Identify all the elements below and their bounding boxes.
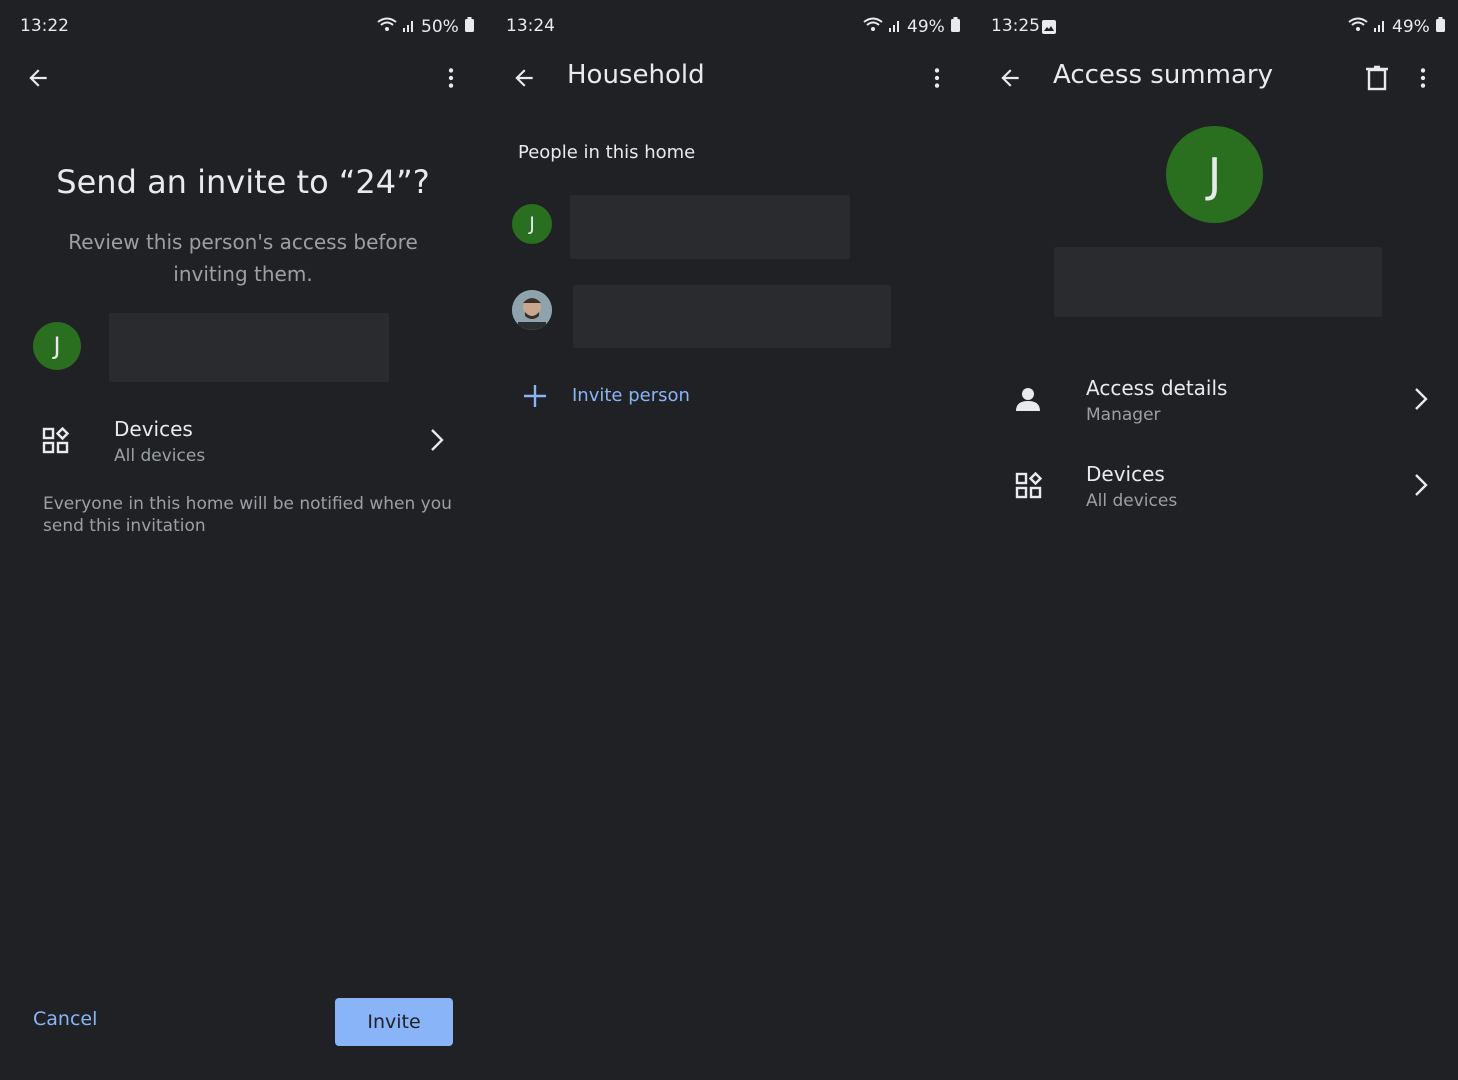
status-indicators: 50%: [377, 16, 474, 37]
arrow-left-icon: [1001, 69, 1019, 87]
page-subtitle: Review this person's access before invit…: [68, 230, 418, 286]
avatar-large: J: [1166, 126, 1263, 223]
status-time: 13:24: [506, 16, 555, 36]
wifi-icon: [1348, 16, 1368, 37]
chevron-right-icon: [426, 427, 448, 457]
person-icon: [1015, 386, 1041, 416]
delete-button[interactable]: [1361, 62, 1393, 94]
household-screen: 13:24 49% Household People in this home …: [486, 0, 972, 1080]
battery-icon: [1435, 16, 1445, 37]
battery-percent: 49%: [1392, 16, 1430, 37]
notification-notice: Everyone in this home will be notified w…: [43, 494, 452, 536]
invite-person-label: Invite person: [572, 385, 690, 406]
more-vert-icon: [448, 68, 454, 88]
redacted-user-info: [570, 195, 850, 259]
access-details-label: Access details: [1086, 376, 1228, 400]
trash-icon: [1366, 65, 1388, 91]
devices-row[interactable]: Devices All devices: [972, 448, 1458, 524]
devices-label: Devices: [114, 417, 193, 441]
signal-icon: [889, 17, 901, 37]
access-details-value: Manager: [1086, 405, 1161, 425]
avatar: J: [512, 204, 552, 244]
status-time: 13:22: [20, 16, 69, 36]
status-indicators: 49%: [863, 16, 960, 37]
invite-screen: 13:22 50% Send an invite to “24”? Review…: [0, 0, 486, 1080]
wifi-icon: [863, 16, 883, 37]
image-notification-icon: [1042, 19, 1056, 38]
redacted-user-info: [1054, 247, 1382, 317]
more-options-button[interactable]: [1407, 62, 1439, 94]
battery-percent: 49%: [907, 16, 945, 37]
battery-icon: [464, 16, 474, 37]
more-options-button[interactable]: [435, 62, 467, 94]
more-vert-icon: [1420, 68, 1426, 88]
signal-icon: [403, 17, 415, 37]
devices-value: All devices: [114, 446, 206, 466]
avatar-photo: [512, 290, 552, 330]
back-button[interactable]: [994, 62, 1026, 94]
status-time: 13:25: [991, 16, 1040, 36]
section-label: People in this home: [518, 142, 696, 163]
devices-value: All devices: [1086, 491, 1178, 511]
person-photo-icon: [512, 290, 552, 330]
more-vert-icon: [934, 68, 940, 88]
list-item[interactable]: J: [486, 190, 972, 264]
status-indicators: 49%: [1348, 16, 1445, 37]
back-button[interactable]: [508, 62, 540, 94]
redacted-user-info: [573, 285, 891, 348]
devices-icon: [1015, 471, 1043, 504]
arrow-left-icon: [515, 69, 533, 87]
page-title: Send an invite to “24”?: [56, 163, 430, 201]
access-summary-screen: 13:25 49% Access summary J Access detail…: [972, 0, 1458, 1080]
avatar: J: [33, 322, 81, 370]
list-item[interactable]: [486, 280, 972, 354]
page-title: Household: [567, 60, 705, 90]
arrow-left-icon: [29, 69, 47, 87]
redacted-user-info: [109, 313, 389, 382]
invite-button[interactable]: Invite: [335, 998, 453, 1046]
battery-percent: 50%: [421, 16, 459, 37]
wifi-icon: [377, 16, 397, 37]
signal-icon: [1374, 17, 1386, 37]
chevron-right-icon: [1410, 386, 1432, 416]
devices-label: Devices: [1086, 462, 1165, 486]
battery-icon: [950, 16, 960, 37]
page-title: Access summary: [1053, 60, 1273, 90]
plus-icon: [522, 383, 548, 413]
devices-icon: [42, 426, 70, 459]
more-options-button[interactable]: [921, 62, 953, 94]
chevron-right-icon: [1410, 472, 1432, 502]
back-button[interactable]: [22, 62, 54, 94]
invite-person-button[interactable]: Invite person: [486, 372, 972, 420]
cancel-button[interactable]: Cancel: [33, 1008, 97, 1030]
devices-row[interactable]: Devices All devices: [0, 405, 486, 481]
access-details-row[interactable]: Access details Manager: [972, 362, 1458, 438]
